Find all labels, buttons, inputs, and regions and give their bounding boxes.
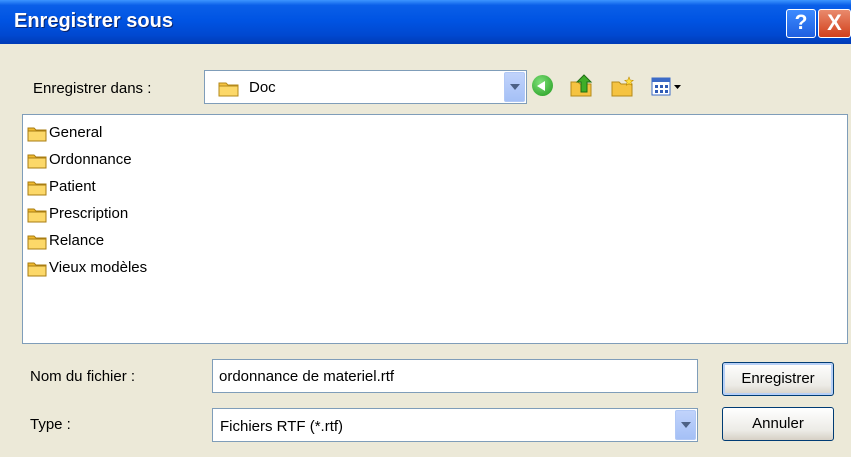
folder-icon [27, 181, 47, 196]
up-folder-icon[interactable] [569, 74, 595, 98]
close-button[interactable]: X [818, 9, 851, 38]
file-type-dropdown[interactable]: Fichiers RTF (*.rtf) [212, 408, 698, 442]
title-bar: Enregistrer sous ? X [0, 0, 851, 44]
back-icon[interactable] [532, 75, 553, 96]
list-item-label: Relance [49, 232, 105, 249]
filename-input[interactable] [212, 359, 698, 393]
folder-icon [27, 154, 47, 169]
save-in-label: Enregistrer dans : [33, 80, 152, 97]
folder-icon [27, 208, 47, 223]
new-folder-icon[interactable] [610, 76, 636, 98]
list-item-label: Vieux modèles [49, 259, 148, 276]
type-label: Type : [30, 416, 71, 433]
list-item-label: Patient [49, 178, 96, 195]
list-item-label: Prescription [49, 205, 129, 222]
chevron-down-icon[interactable] [504, 72, 525, 102]
folder-icon [27, 262, 47, 277]
filename-label: Nom du fichier : [30, 368, 136, 385]
window-title: Enregistrer sous [14, 10, 173, 32]
file-list[interactable]: General Ordonnance Patient Prescription … [22, 114, 848, 344]
cancel-button[interactable]: Annuler [722, 407, 834, 441]
chevron-down-icon[interactable] [675, 410, 696, 440]
views-menu-icon[interactable] [651, 77, 685, 97]
folder-icon [27, 127, 47, 142]
save-in-dropdown[interactable]: Doc [204, 70, 527, 104]
list-item-label: Ordonnance [49, 151, 132, 168]
list-item-label: General [49, 124, 103, 141]
help-button[interactable]: ? [786, 9, 816, 38]
save-in-value: Doc [249, 79, 276, 96]
folder-icon [27, 235, 47, 250]
save-button[interactable]: Enregistrer [722, 362, 834, 396]
folder-icon [218, 82, 239, 97]
file-type-value: Fichiers RTF (*.rtf) [220, 418, 344, 435]
